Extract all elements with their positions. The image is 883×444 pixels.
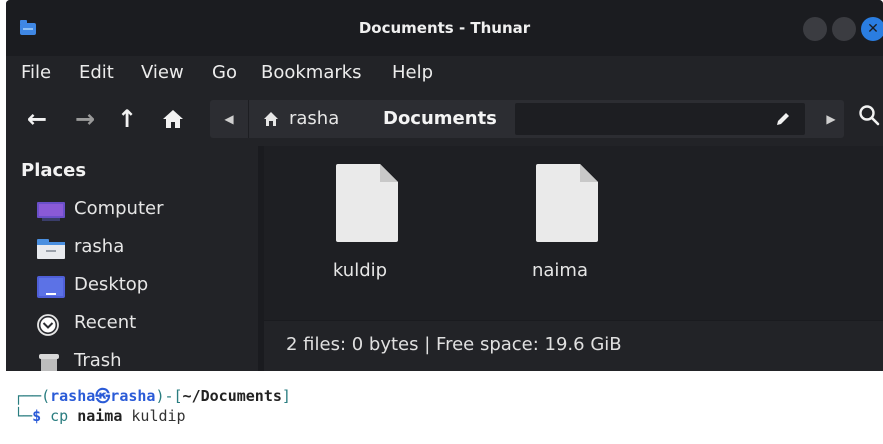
prompt-close: ] (281, 387, 291, 405)
command-name: cp (50, 407, 69, 425)
terminal-command-line[interactable]: └─$ cp naima kuldip (14, 407, 186, 425)
back-arrow-icon: ← (26, 105, 48, 133)
prompt-open: ┌──( (14, 387, 51, 405)
prompt-dollar: $ (32, 407, 42, 425)
sidebar-item-label: rasha (74, 236, 125, 257)
prompt-mid: )-[ (155, 387, 183, 405)
breadcrumb-home-label: rasha (289, 108, 340, 129)
pencil-icon[interactable] (775, 111, 791, 127)
status-text: 2 files: 0 bytes | Free space: 19.6 GiB (286, 334, 622, 355)
home-button[interactable] (156, 102, 190, 136)
prompt-host: rasha (110, 387, 156, 405)
prompt-line2-prefix: └─ (14, 407, 33, 425)
path-scroll-right-button[interactable]: ▶ (818, 100, 844, 138)
command-arg-source: naima (77, 407, 123, 425)
toolbar: ← → ↑ ◀ rasha Documents ▶ (6, 92, 883, 146)
sidebar-item-recent[interactable]: Recent (36, 310, 246, 340)
prompt-user: rasha (50, 387, 96, 405)
document-icon (336, 164, 398, 242)
close-button[interactable]: ✕ (861, 17, 883, 41)
minimize-button[interactable] (803, 17, 827, 41)
recent-icon (37, 314, 59, 336)
breadcrumb-home[interactable]: rasha (248, 100, 362, 138)
home-folder-icon (37, 239, 65, 259)
thunar-window: Documents - Thunar ✕ File Edit View Go B… (6, 0, 883, 371)
file-item-kuldip[interactable]: kuldip (300, 164, 420, 294)
sidebar-item-label: Trash (74, 350, 122, 371)
sidebar-item-label: Computer (74, 198, 164, 219)
chevron-right-icon: ▶ (826, 112, 836, 126)
file-view[interactable]: kuldip naima (264, 146, 883, 320)
command-arg-dest: kuldip (131, 407, 186, 425)
up-button[interactable]: ↑ (112, 102, 142, 136)
path-input[interactable] (515, 103, 805, 135)
menu-edit[interactable]: Edit (79, 62, 114, 83)
menu-help[interactable]: Help (392, 62, 433, 83)
menu-go[interactable]: Go (212, 62, 237, 83)
maximize-button[interactable] (832, 17, 856, 41)
home-icon (163, 110, 183, 128)
home-icon (264, 112, 278, 126)
file-name: naima (531, 260, 588, 281)
forward-arrow-icon: → (74, 105, 96, 133)
path-scroll-left-button[interactable]: ◀ (216, 100, 242, 138)
title-bar[interactable]: Documents - Thunar ✕ (6, 0, 883, 56)
sidebar-item-label: Desktop (74, 274, 149, 295)
computer-icon (37, 202, 65, 221)
sidebar-item-label: Recent (74, 312, 137, 333)
chevron-left-icon: ◀ (224, 112, 234, 126)
search-icon[interactable] (858, 104, 880, 126)
forward-button[interactable]: → (68, 102, 102, 136)
terminal-output: ┌──(rasha㉿rasha)-[~/Documents] └─$ cp na… (0, 371, 883, 444)
sidebar-item-rasha[interactable]: rasha (36, 234, 246, 264)
places-sidebar: Places Computer rasha Desktop Recent Tra… (6, 146, 258, 371)
prompt-cwd: ~/Documents (182, 387, 282, 405)
sidebar-item-trash[interactable]: Trash (36, 348, 246, 371)
location-bar: ◀ rasha Documents ▶ (210, 100, 844, 138)
file-item-naima[interactable]: naima (500, 164, 620, 294)
sidebar-item-desktop[interactable]: Desktop (36, 272, 246, 302)
trash-icon (39, 354, 59, 371)
window-title: Documents - Thunar (358, 19, 531, 37)
menu-view[interactable]: View (141, 62, 184, 83)
menu-file[interactable]: File (21, 62, 51, 83)
status-bar: 2 files: 0 bytes | Free space: 19.6 GiB (264, 320, 883, 371)
sidebar-heading: Places (21, 160, 87, 181)
up-arrow-icon: ↑ (116, 105, 138, 133)
file-name: kuldip (332, 260, 388, 281)
prompt-at: ㉿ (95, 387, 111, 405)
breadcrumb-current[interactable]: Documents (361, 100, 511, 138)
menu-bar: File Edit View Go Bookmarks Help (6, 56, 883, 92)
back-button[interactable]: ← (20, 102, 54, 136)
sidebar-item-computer[interactable]: Computer (36, 196, 246, 226)
document-icon (536, 164, 598, 242)
desktop-icon (37, 276, 65, 298)
menu-bookmarks[interactable]: Bookmarks (261, 62, 362, 83)
terminal-prompt-line: ┌──(rasha㉿rasha)-[~/Documents] (14, 385, 291, 406)
